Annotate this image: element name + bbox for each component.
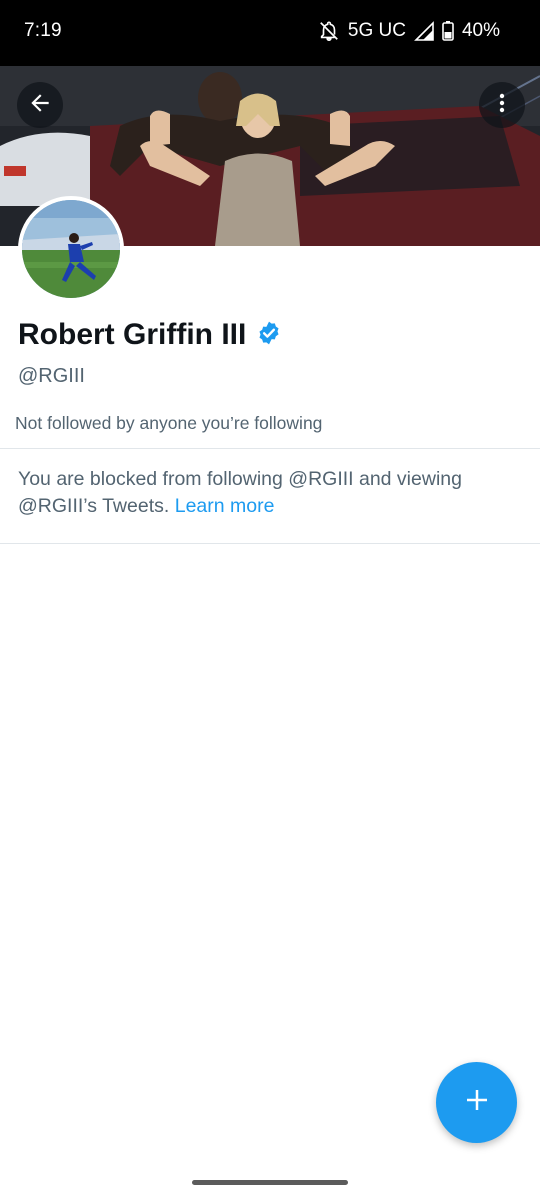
avatar-photo [22, 200, 120, 298]
back-button[interactable] [17, 82, 63, 128]
signal-icon [414, 21, 434, 41]
battery-label: 40% [461, 20, 500, 41]
profile-name: Robert Griffin III [18, 318, 247, 351]
battery-icon [442, 21, 454, 41]
status-icons: 5G UC 40% [318, 20, 500, 42]
status-bar: 7:19 5G UC 40% [0, 0, 540, 66]
divider [0, 543, 540, 544]
avatar[interactable] [18, 196, 124, 302]
arrow-left-icon [27, 90, 53, 121]
divider [0, 448, 540, 449]
followers-you-know: Not followed by anyone you’re following [15, 413, 323, 433]
profile-handle: @RGIII [18, 365, 85, 387]
bell-off-icon [318, 20, 340, 42]
profile-name-row: Robert Griffin III [18, 318, 282, 352]
more-options-button[interactable] [479, 82, 525, 128]
more-vertical-icon [490, 91, 514, 120]
network-label: 5G UC [347, 20, 406, 41]
blocked-notice: You are blocked from following @RGIII an… [18, 466, 518, 520]
verified-badge-icon[interactable] [256, 320, 282, 351]
learn-more-link[interactable]: Learn more [175, 495, 275, 517]
status-time: 7:19 [24, 20, 62, 41]
home-indicator[interactable] [192, 1180, 348, 1185]
plus-icon [462, 1085, 492, 1120]
compose-tweet-button[interactable] [436, 1062, 517, 1143]
